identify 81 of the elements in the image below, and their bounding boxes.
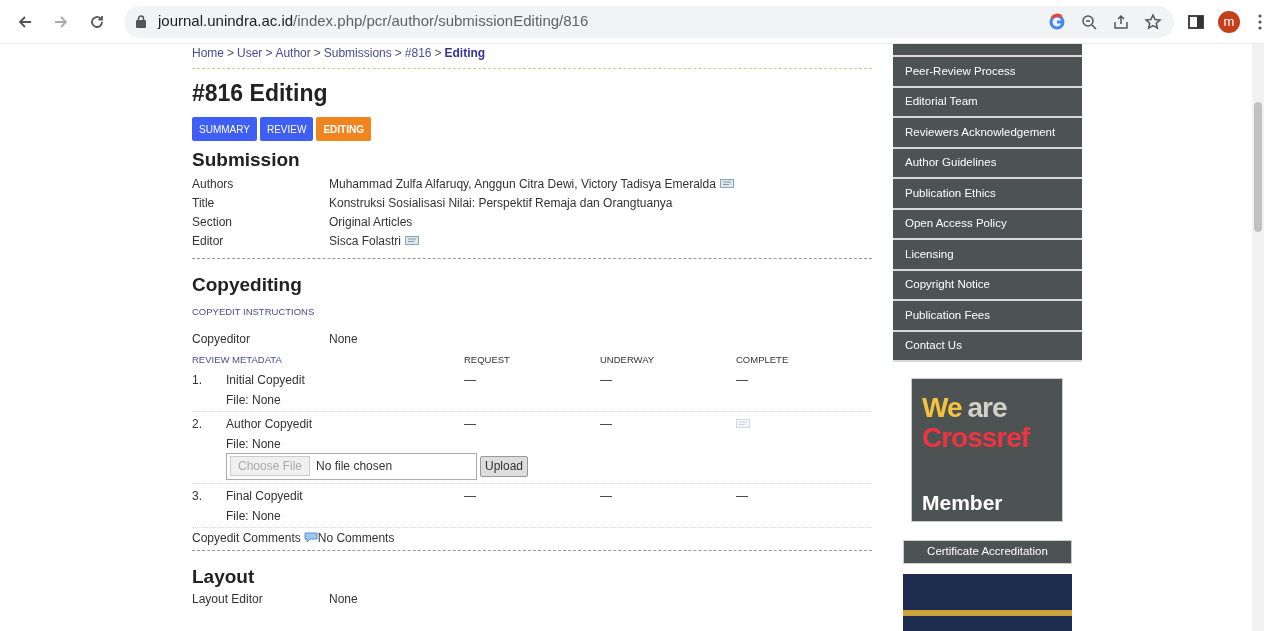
breadcrumb-separator: > — [265, 45, 273, 62]
row-number: 2. — [192, 415, 203, 432]
instructions-link[interactable]: COPYEDIT INSTRUCTIONS — [192, 305, 315, 320]
request-cell-text: — — [464, 371, 477, 388]
file-status: File: None — [226, 507, 281, 524]
google-icon[interactable] — [1048, 12, 1066, 31]
field-label: Copyeditor — [192, 331, 252, 348]
row-number: 1. — [192, 371, 203, 388]
complete-cell-text: — — [736, 371, 749, 388]
scrollbar-thumb[interactable] — [1254, 102, 1262, 232]
field-value: None — [329, 331, 358, 348]
copyedit-step: Final Copyedit — [226, 487, 464, 504]
column-header: COMPLETE — [736, 353, 790, 368]
page-title: #816 Editing — [192, 79, 329, 107]
breadcrumb-link[interactable]: Home — [192, 44, 224, 62]
metadata-link[interactable]: REVIEW METADATA — [192, 353, 464, 368]
field-value: Konstruksi Sosialisasi Nilai: Perspektif Remaja dan Orangtuanya — [329, 194, 673, 212]
breadcrumb-link[interactable]: User — [237, 44, 263, 62]
comment-icon[interactable] — [303, 532, 318, 543]
section-heading: Submission — [192, 148, 301, 172]
menu-icon[interactable] — [1258, 13, 1262, 30]
field-value: Original Articles — [329, 213, 413, 231]
underway-cell-text: — — [600, 487, 613, 504]
breadcrumb-separator: > — [434, 45, 442, 62]
underway-cell-text: — — [600, 371, 613, 388]
field-value: Sisca Folastri — [329, 232, 402, 250]
zoom-icon[interactable] — [1080, 12, 1098, 31]
breadcrumb-separator: > — [227, 45, 235, 62]
breadcrumb-separator: > — [394, 45, 402, 62]
url-text: journal.unindra.ac.id/index.php/pcr/author/submissionEditing/816 — [158, 11, 589, 32]
section-heading: Layout — [192, 564, 256, 589]
column-header: REQUEST — [464, 353, 511, 368]
address-bar[interactable]: journal.unindra.ac.id/index.php/pcr/author/submissionEditing/816 — [124, 5, 1174, 38]
sidebar-menu-item[interactable]: Publication Fees — [893, 301, 1082, 332]
breadcrumb-link[interactable]: Author — [275, 44, 311, 62]
crossref-logo: We are Crossref Member — [911, 378, 1063, 523]
email-icon[interactable] — [405, 236, 420, 245]
email-icon[interactable] — [719, 179, 734, 188]
sidebar-menu-item[interactable]: Reviewers Acknowledgement — [893, 118, 1082, 149]
sidebar-menu-item[interactable] — [893, 44, 1082, 57]
field-label: Editor — [192, 232, 225, 250]
request-cell-text: — — [464, 487, 477, 504]
sidebar-menu-item[interactable]: Peer-Review Process — [893, 57, 1082, 88]
column-header: UNDERWAY — [600, 353, 656, 368]
breadcrumb-separator: > — [313, 45, 321, 62]
tab[interactable]: REVIEW — [259, 117, 314, 141]
copyedit-step: Initial Copyedit — [226, 371, 464, 388]
request-cell-text: — — [464, 415, 477, 432]
share-icon[interactable] — [1112, 12, 1130, 31]
section-heading: Copyediting — [192, 273, 303, 297]
certificate-button[interactable]: Certificate Accreditation — [903, 540, 1072, 564]
breadcrumb-link[interactable]: Submissions — [323, 44, 392, 62]
scrollbar[interactable] — [1252, 44, 1264, 631]
field-label: Layout Editor — [192, 590, 264, 607]
star-icon[interactable] — [1144, 12, 1162, 31]
field-value: None — [329, 590, 358, 607]
complete-cell-text: — — [736, 487, 749, 504]
sidebar-menu-item[interactable]: Contact Us — [893, 331, 1082, 362]
copyedit-step: Author Copyedit — [226, 415, 464, 432]
side-panel-icon[interactable] — [1188, 13, 1204, 30]
field-label: Title — [192, 194, 216, 212]
underway-cell-text: — — [600, 415, 613, 432]
field-value: Muhammad Zulfa Alfaruqy, Anggun Citra Dewi, Victory Tadisya Emeralda — [329, 175, 716, 193]
comments-label: Copyedit Comments — [192, 529, 301, 546]
comments-value: No Comments — [317, 529, 395, 546]
tab[interactable]: SUMMARY — [192, 117, 257, 141]
sidebar-menu-item[interactable]: Licensing — [893, 240, 1082, 271]
sidebar-menu-item[interactable]: Editorial Team — [893, 87, 1082, 118]
file-status: File: None — [226, 391, 281, 408]
file-status: File: None — [226, 435, 281, 452]
sidebar-menu-item[interactable]: Open Access Policy — [893, 209, 1082, 240]
breadcrumb-link[interactable]: Editing — [444, 44, 486, 62]
profile-avatar[interactable]: m — [1218, 10, 1240, 33]
row-number: 3. — [192, 487, 203, 504]
sidebar-menu-item[interactable]: Publication Ethics — [893, 179, 1082, 210]
lock-icon — [136, 15, 146, 28]
breadcrumb-link[interactable]: #816 — [404, 44, 432, 62]
field-label: Authors — [192, 175, 235, 193]
sidebar-menu-item[interactable]: Author Guidelines — [893, 148, 1082, 179]
field-label: Section — [192, 213, 234, 231]
sidebar-menu-item[interactable]: Copyright Notice — [893, 270, 1082, 301]
